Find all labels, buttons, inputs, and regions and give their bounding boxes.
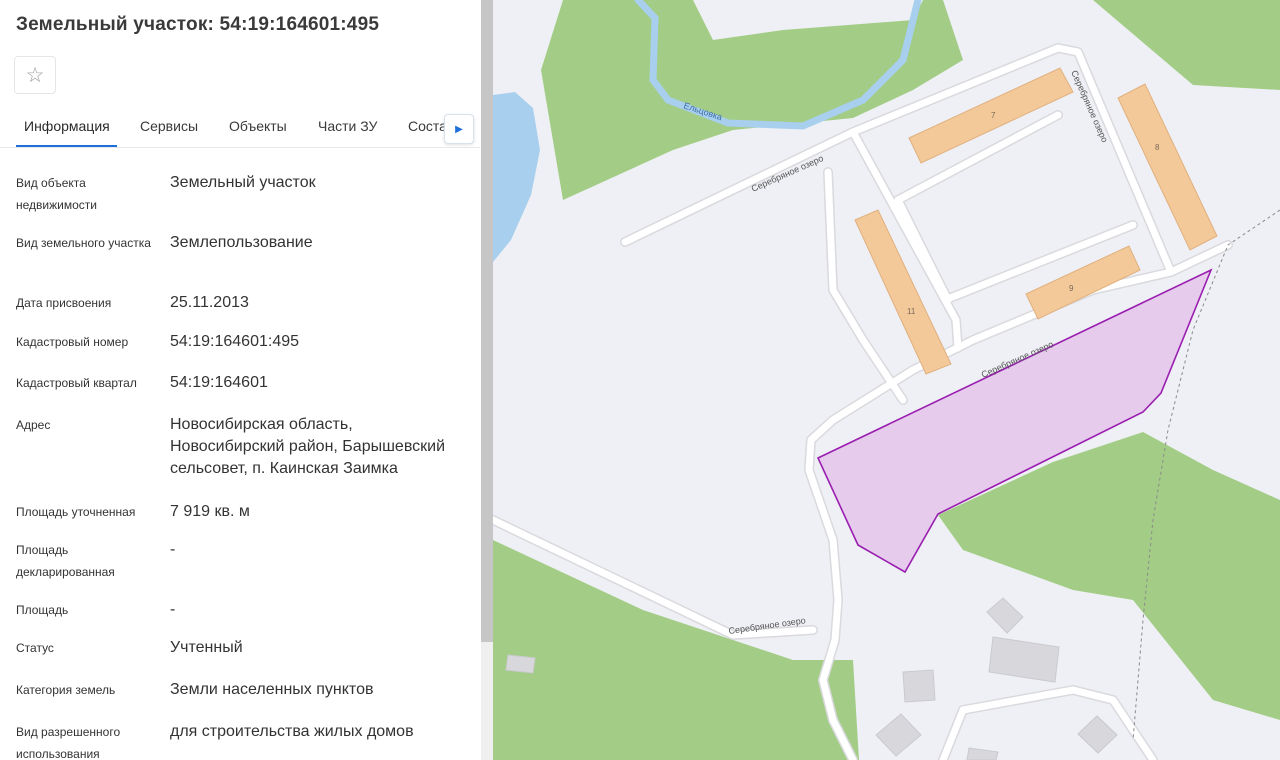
active-tab-indicator [16, 145, 117, 147]
page-title: Земельный участок: 54:19:164601:495 [16, 14, 380, 35]
field-value: для строительства жилых домов [170, 723, 414, 740]
field-label: Адрес [16, 418, 51, 432]
forest-top-right [1093, 0, 1280, 90]
field-value: - [170, 601, 176, 618]
map-canvas[interactable]: Ельцовка 7 8 9 11 Серебряное озеро Сереб… [493, 0, 1280, 760]
field-value: Учтенный [170, 639, 243, 656]
tab-composition[interactable]: Соста [408, 118, 447, 134]
field-value: 25.11.2013 [170, 294, 249, 311]
panel-scrollbar[interactable] [481, 0, 493, 760]
field-value: - [170, 541, 176, 558]
favorite-button[interactable]: ☆ [14, 56, 56, 94]
building-9-label: 9 [1069, 284, 1074, 293]
tab-information[interactable]: Информация [24, 118, 110, 134]
field-label: Вид объекта недвижимости [16, 176, 97, 212]
info-panel: Земельный участок: 54:19:164601:495 ☆ Ин… [0, 0, 480, 760]
forest-bottom-left [493, 540, 859, 760]
field-label: Кадастровый номер [16, 335, 129, 349]
building-8-label: 8 [1155, 143, 1160, 152]
field-label: Категория земель [16, 683, 116, 697]
field-label: Площадь [16, 603, 69, 617]
field-value: 7 919 кв. м [170, 503, 250, 520]
field-label: Вид земельного участка [16, 236, 151, 250]
field-value: Земли населенных пунктов [170, 681, 374, 698]
field-label: Площадь декларированная [16, 543, 115, 579]
star-outline-icon: ☆ [25, 63, 45, 87]
field-label: Дата присвоения [16, 296, 112, 310]
tabs-scroll-right-button[interactable]: ▶ [444, 114, 474, 144]
lake [493, 92, 540, 262]
scrollbar-thumb[interactable] [481, 0, 493, 642]
field-label: Кадастровый квартал [16, 376, 137, 390]
field-label: Вид разрешенного использования [16, 725, 121, 760]
field-value: 54:19:164601 [170, 374, 268, 391]
building-7-label: 7 [991, 111, 996, 120]
field-value: Земельный участок [170, 174, 316, 191]
field-label: Статус [16, 641, 54, 655]
map-view[interactable]: Ельцовка 7 8 9 11 Серебряное озеро Сереб… [493, 0, 1280, 760]
chevron-right-icon: ▶ [455, 123, 463, 135]
field-value: Новосибирская область, Новосибирский рай… [170, 416, 446, 477]
tab-parts[interactable]: Части ЗУ [318, 118, 377, 134]
field-value: 54:19:164601:495 [170, 333, 300, 350]
tab-objects[interactable]: Объекты [229, 118, 287, 134]
tab-services[interactable]: Сервисы [140, 118, 198, 134]
field-label: Площадь уточненная [16, 505, 136, 519]
tab-bar: Информация Сервисы Объекты Части ЗУ Сост… [0, 108, 480, 148]
field-value: Землепользование [170, 234, 313, 251]
building-11-label: 11 [907, 307, 916, 316]
